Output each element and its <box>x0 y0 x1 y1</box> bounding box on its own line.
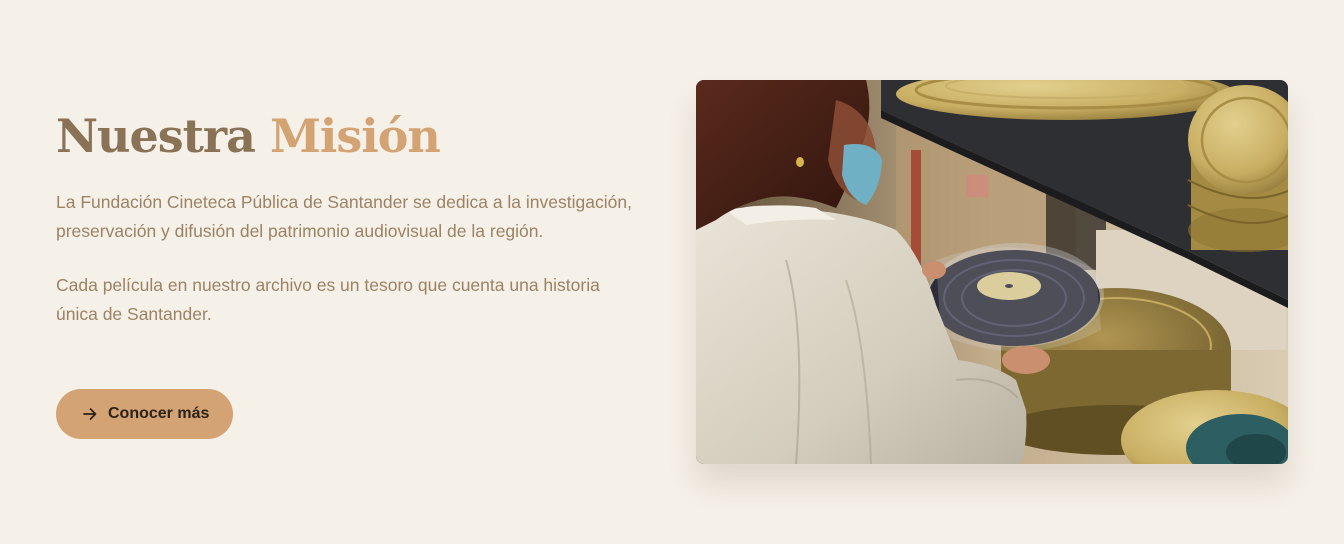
mission-section: Nuestra Misión La Fundación Cineteca Púb… <box>0 0 1344 544</box>
learn-more-label: Conocer más <box>108 405 210 422</box>
learn-more-button[interactable]: Conocer más <box>56 389 234 439</box>
mission-paragraph-2: Cada película en nuestro archivo es un t… <box>56 275 600 324</box>
title-primary: Nuestra <box>56 109 256 163</box>
mission-text-column: Nuestra Misión La Fundación Cineteca Púb… <box>56 100 646 329</box>
mission-title: Nuestra Misión <box>56 100 646 172</box>
arrow-right-icon <box>82 406 98 422</box>
mission-paragraph-1: La Fundación Cineteca Pública de Santand… <box>56 192 632 241</box>
title-accent: Misión <box>269 109 441 163</box>
film-archive-photo <box>696 80 1288 464</box>
